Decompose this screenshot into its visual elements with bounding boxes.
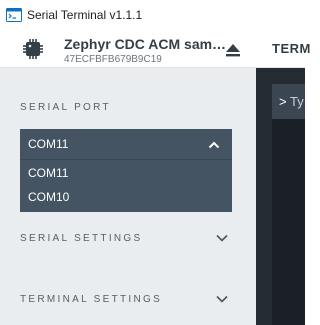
chevron-down-icon[interactable] [215,233,229,243]
title-bar: Serial Terminal v1.1.1 [0,0,305,30]
terminal-output [272,119,305,325]
device-header: Zephyr CDC ACM sam… 47ECFBFB679B9C19 TER… [0,30,310,68]
terminal-panel: > Ty [256,68,305,325]
terminal-input-placeholder: Ty [289,94,304,109]
terminal-settings-title[interactable]: TERMINAL SETTINGS [20,294,162,305]
eject-icon[interactable] [225,42,241,58]
chevron-down-icon[interactable] [215,294,229,304]
serial-port-option-com10[interactable]: COM10 [20,185,232,209]
chip-icon [23,39,43,59]
tab-terminal[interactable]: TERM [272,41,311,56]
device-name: Zephyr CDC ACM sam… [64,36,227,52]
serial-port-options: COM11 COM10 [20,160,232,212]
serial-port-title: SERIAL PORT [20,102,111,113]
serial-port-select[interactable]: COM11 [20,129,232,160]
chevron-up-icon [208,141,220,149]
serial-port-selected: COM11 [28,137,69,151]
serial-port-dropdown[interactable]: COM11 COM11 COM10 [20,129,232,212]
prompt-symbol: > [279,94,287,109]
terminal-input[interactable]: > Ty [272,84,305,119]
sidebar: SERIAL PORT COM11 COM11 COM10 SERIAL SET… [0,68,256,325]
window-title: Serial Terminal v1.1.1 [27,8,143,22]
serial-port-option-com11[interactable]: COM11 [20,161,232,185]
serial-settings-title[interactable]: SERIAL SETTINGS [20,233,142,244]
device-serial: 47ECFBFB679B9C19 [64,54,162,65]
terminal-app-icon [6,8,22,22]
